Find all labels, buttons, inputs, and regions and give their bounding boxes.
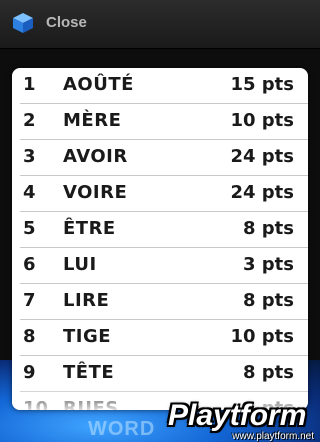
score-row[interactable]: 7 LIRE 8 pts <box>20 284 308 320</box>
score-word: AOÛTÉ <box>63 74 134 95</box>
score-word: VOIRE <box>63 182 128 203</box>
score-rank: 7 <box>23 290 36 311</box>
score-list: 1 AOÛTÉ 15 pts 2 MÈRE 10 pts 3 AVOIR 24 pts 4 VOIR… <box>12 68 308 410</box>
score-list-panel: 1 AOÛTÉ 15 pts 2 MÈRE 10 pts 3 AVOIR 24 pts 4 VOIR… <box>12 68 308 410</box>
score-word: LUI <box>63 254 97 275</box>
score-points: 24 pts <box>230 182 294 203</box>
watermark-url: www.playtform.net <box>232 431 314 442</box>
top-bar: Close <box>0 0 320 49</box>
score-row[interactable]: 4 VOIRE 24 pts <box>20 176 308 212</box>
score-rank: 5 <box>23 218 36 239</box>
score-word: MÈRE <box>63 110 122 131</box>
score-points: 3 pts <box>243 254 294 275</box>
score-word: AVOIR <box>63 146 128 167</box>
score-rank: 6 <box>23 254 36 275</box>
score-row[interactable]: 1 AOÛTÉ 15 pts <box>20 68 308 104</box>
score-points: 24 pts <box>230 146 294 167</box>
score-row[interactable]: 3 AVOIR 24 pts <box>20 140 308 176</box>
score-row[interactable]: 5 ÊTRE 8 pts <box>20 212 308 248</box>
score-points: 15 pts <box>230 74 294 95</box>
score-rank: 9 <box>23 362 36 383</box>
score-word: TIGE <box>63 326 112 347</box>
score-points: 10 pts <box>230 110 294 131</box>
score-rank: 8 <box>23 326 36 347</box>
score-rank: 4 <box>23 182 36 203</box>
score-points: 8 pts <box>243 362 294 383</box>
score-points: 10 pts <box>230 326 294 347</box>
background-word-label: WORD <box>88 418 156 440</box>
score-word: LIRE <box>63 290 110 311</box>
cube-icon[interactable] <box>12 12 34 34</box>
score-rank: 3 <box>23 146 36 167</box>
score-points: 8 pts <box>243 290 294 311</box>
score-row[interactable]: 6 LUI 3 pts <box>20 248 308 284</box>
score-row[interactable]: 2 MÈRE 10 pts <box>20 104 308 140</box>
score-word: TÊTE <box>63 362 115 383</box>
score-rank: 2 <box>23 110 36 131</box>
close-button[interactable]: Close <box>46 14 87 31</box>
watermark-name: Playtform <box>168 399 307 432</box>
watermark-logo: Playtform www.playtform.net <box>168 400 320 442</box>
score-word: ÊTRE <box>63 218 116 239</box>
score-rank: 1 <box>23 74 36 95</box>
score-points: 8 pts <box>243 218 294 239</box>
score-row[interactable]: 8 TIGE 10 pts <box>20 320 308 356</box>
